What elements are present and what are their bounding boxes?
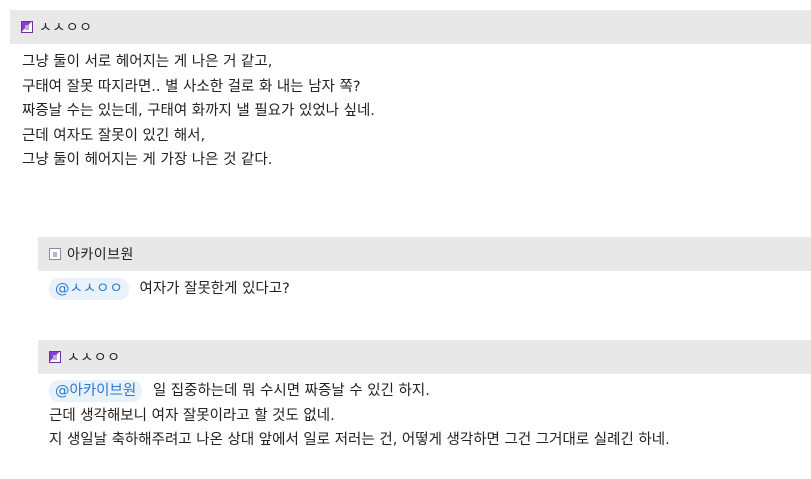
comment-author[interactable]: ㅅㅅㅇㅇ <box>39 17 93 37</box>
comment-line: 그냥 둘이 서로 헤어지는 게 나은 거 같고, <box>22 54 273 70</box>
mention-tag[interactable]: @ㅅㅅㅇㅇ <box>49 278 129 300</box>
comment-body: 그냥 둘이 서로 헤어지는 게 나은 거 같고, 구태여 잘못 따지라면.. 별… <box>22 50 375 173</box>
comment-line: 그냥 둘이 헤어지는 게 가장 나은 것 같다. <box>22 152 273 168</box>
comment-line-text: 여자가 잘못한게 있다고? <box>139 281 290 297</box>
comment-line: @ㅅㅅㅇㅇ 여자가 잘못한게 있다고? <box>49 277 290 302</box>
level-badge-icon <box>49 248 61 260</box>
comment-line: 지 생일날 축하해주려고 나온 상대 앞에서 일로 저러는 건, 어떻게 생각하… <box>49 432 670 448</box>
reply-body: @아카이브원 일 집중하는데 뭐 수시면 짜증날 수 있긴 하지. 근데 생각해… <box>49 379 670 453</box>
reply-body: @ㅅㅅㅇㅇ 여자가 잘못한게 있다고? <box>49 277 290 302</box>
comment-line: 근데 여자도 잘못이 있긴 해서, <box>22 127 206 144</box>
comment-line: 근데 생각해보니 여자 잘못이라고 할 것도 없네. <box>49 407 335 424</box>
comment-author[interactable]: ㅅㅅㅇㅇ <box>67 347 121 367</box>
comment-author[interactable]: 아카이브원 <box>67 244 134 264</box>
level-badge-purple-icon <box>49 351 61 363</box>
comment-line: 짜증날 수는 있는데, 구태여 화까지 낼 필요가 있었나 싶네. <box>22 103 375 119</box>
level-badge-purple-icon <box>21 21 33 33</box>
reply-header: 아카이브원 <box>38 237 811 271</box>
comment-line: @아카이브원 일 집중하는데 뭐 수시면 짜증날 수 있긴 하지. <box>49 379 670 404</box>
mention-tag[interactable]: @아카이브원 <box>49 380 143 402</box>
reply-header: ㅅㅅㅇㅇ <box>38 340 811 374</box>
comment-header: ㅅㅅㅇㅇ <box>10 10 811 44</box>
comment-line-text: 일 집중하는데 뭐 수시면 짜증날 수 있긴 하지. <box>152 383 430 399</box>
comment-line: 구태여 잘못 따지라면.. 별 사소한 걸로 화 내는 남자 쪽? <box>22 78 361 95</box>
